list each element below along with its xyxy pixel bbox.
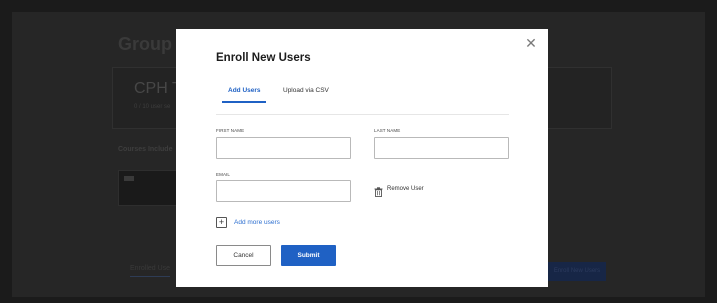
add-more-users-label: Add more users: [234, 219, 280, 226]
tab-enrolled-users: Enrolled Use: [130, 265, 171, 277]
tab-divider: [216, 114, 509, 115]
page-title: Group: [118, 34, 172, 54]
trash-icon: [374, 184, 383, 197]
cancel-button[interactable]: Cancel: [216, 245, 271, 266]
modal-title: Enroll New Users: [216, 52, 311, 64]
first-name-label: FIRST NAME: [216, 128, 245, 133]
course-thumbnail-badge: [124, 176, 134, 181]
last-name-label: LAST NAME: [374, 128, 401, 133]
tab-upload-via-csv[interactable]: Upload via CSV: [283, 87, 329, 94]
tab-add-users[interactable]: Add Users: [228, 87, 261, 94]
active-tab-indicator: [222, 101, 266, 103]
email-field[interactable]: [216, 180, 351, 202]
remove-user-label: Remove User: [387, 186, 424, 192]
submit-button[interactable]: Submit: [281, 245, 336, 266]
add-more-users-button[interactable]: + Add more users: [216, 217, 280, 228]
email-label: EMAIL: [216, 172, 231, 177]
enroll-new-users-button: Enroll New Users: [548, 262, 606, 281]
group-card-subtitle: 0 / 10 user se: [134, 104, 171, 110]
close-icon[interactable]: ✕: [524, 36, 538, 50]
plus-icon: +: [216, 217, 227, 228]
group-card-title: CPH T: [134, 80, 182, 97]
last-name-field[interactable]: [374, 137, 509, 159]
first-name-field[interactable]: [216, 137, 351, 159]
courses-heading: Courses Include: [118, 146, 173, 153]
remove-user-button[interactable]: Remove User: [374, 184, 424, 197]
